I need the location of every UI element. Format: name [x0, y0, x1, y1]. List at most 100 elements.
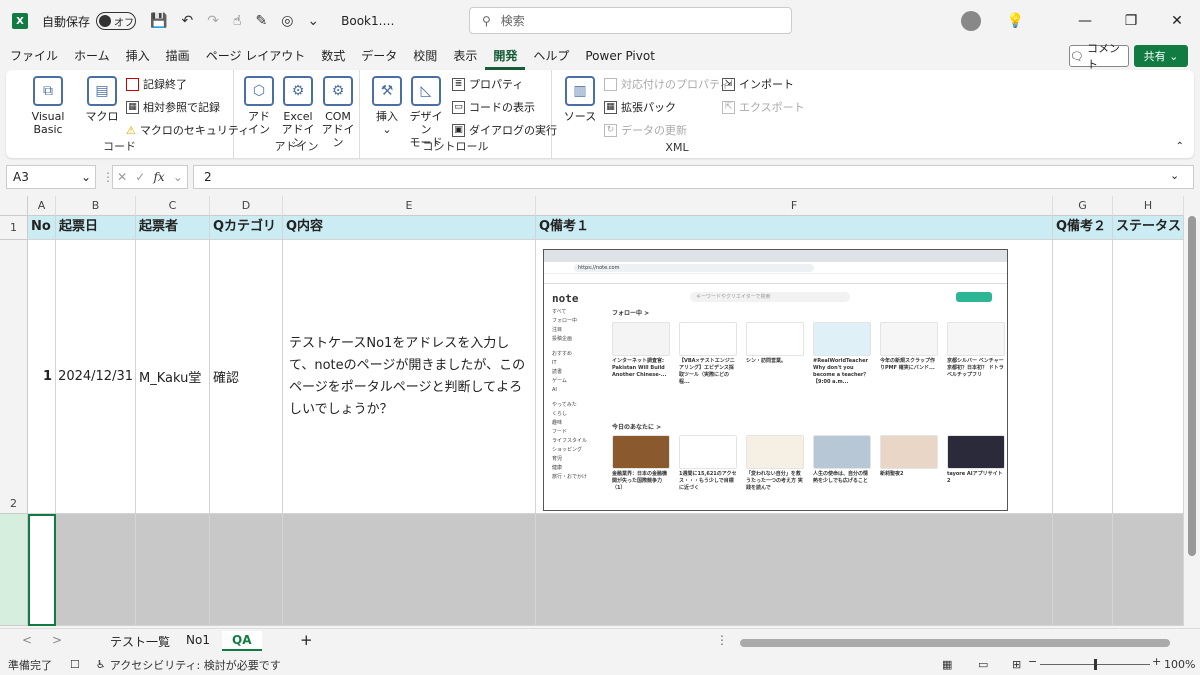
next-sheet-icon[interactable]: > — [52, 633, 62, 647]
select-all-corner[interactable] — [0, 196, 28, 216]
scroll-thumb[interactable] — [1188, 216, 1196, 556]
row-header[interactable] — [0, 514, 28, 626]
data-cell-E3[interactable] — [283, 514, 536, 626]
share-button[interactable]: 共有 ⌄ — [1134, 45, 1188, 67]
relative-reference-button[interactable]: ▦ 相対参照で記録 — [126, 99, 220, 115]
data-cell-D2[interactable]: 確認 — [210, 240, 283, 514]
expand-formula-icon[interactable]: ⌄ — [1170, 169, 1179, 182]
data-cell-B2[interactable]: 2024/12/31 — [56, 240, 136, 514]
macro-record-icon[interactable]: ☐ — [70, 658, 80, 671]
customize-chevron-icon[interactable]: ⌄ — [307, 13, 319, 29]
menu-item-3[interactable]: 描画 — [158, 42, 198, 70]
vertical-scrollbar[interactable] — [1184, 196, 1200, 626]
header-cell-C[interactable]: 起票者 — [136, 216, 210, 240]
embedded-screenshot-image[interactable]: https://note.com note キーワードやクリエイターで検索 すべ… — [543, 249, 1008, 511]
import-button[interactable]: ⇲ インポート — [722, 76, 794, 92]
fx-icon[interactable]: fx — [153, 170, 164, 184]
visual-basic-button[interactable]: ⧉ Visual Basic — [16, 76, 80, 136]
macro-button[interactable]: ▤ マクロ — [84, 76, 120, 123]
normal-view-icon[interactable]: ▦ — [942, 658, 952, 671]
save-icon[interactable]: 💾 — [150, 13, 167, 29]
data-cell-D3[interactable] — [210, 514, 283, 626]
menu-item-11[interactable]: Power Pivot — [577, 42, 663, 70]
column-header-G[interactable]: G — [1053, 196, 1113, 216]
header-cell-A[interactable]: No — [28, 216, 56, 240]
avatar[interactable] — [960, 11, 981, 31]
data-cell-A3[interactable] — [28, 514, 56, 626]
data-cell-H2[interactable] — [1113, 240, 1184, 514]
refresh-data-button[interactable]: ↻ データの更新 — [604, 122, 687, 138]
record-icon[interactable]: ◎ — [281, 13, 293, 29]
properties-button[interactable]: ≣ プロパティ — [452, 76, 523, 92]
chevron-down-icon[interactable]: ⌄ — [81, 170, 91, 184]
lightbulb-icon[interactable]: 💡 — [1007, 13, 1024, 29]
insert-control-button[interactable]: ⚒ 挿入 ⌄ — [372, 76, 402, 136]
touch-mode-icon[interactable]: ☝ — [233, 13, 242, 29]
search-input[interactable]: ⚲ 検索 — [469, 7, 792, 34]
minimize-icon[interactable]: — — [1062, 13, 1108, 29]
header-cell-F[interactable]: Q備考１ — [536, 216, 1053, 240]
menu-item-4[interactable]: ページ レイアウト — [198, 42, 314, 70]
data-cell-B3[interactable] — [56, 514, 136, 626]
header-cell-D[interactable]: Qカテゴリ — [210, 216, 283, 240]
formula-input[interactable]: 2 — [193, 165, 1194, 189]
accessibility-status[interactable]: アクセシビリティ: 検討が必要です — [110, 657, 281, 673]
column-header-F[interactable]: F — [536, 196, 1053, 216]
header-cell-B[interactable]: 起票日 — [56, 216, 136, 240]
clear-format-icon[interactable]: ✎ — [255, 13, 267, 29]
horizontal-scrollbar[interactable] — [740, 639, 1170, 647]
page-layout-icon[interactable]: ▭ — [978, 658, 988, 671]
column-header-E[interactable]: E — [283, 196, 536, 216]
comment-button[interactable]: 🗨 コメント — [1069, 42, 1129, 71]
close-icon[interactable]: ✕ — [1154, 13, 1200, 29]
xml-source-button[interactable]: ▥ ソース — [562, 76, 598, 123]
expansion-pack-button[interactable]: ▦ 拡張パック — [604, 99, 676, 115]
row-header[interactable]: 1 — [0, 216, 28, 240]
page-break-icon[interactable]: ⊞ — [1012, 658, 1021, 671]
zoom-level[interactable]: 100% — [1164, 658, 1195, 671]
addin-button[interactable]: ⬡ アド イン — [244, 76, 274, 136]
file-title[interactable]: Book1.… — [341, 14, 394, 28]
macro-security-button[interactable]: ⚠ マクロのセキュリティ — [126, 122, 249, 138]
data-cell-C2[interactable]: M_Kaku堂 — [136, 240, 210, 514]
column-header-A[interactable]: A — [28, 196, 56, 216]
column-header-B[interactable]: B — [56, 196, 136, 216]
cancel-icon[interactable]: ✕ — [117, 170, 127, 184]
collapse-ribbon-icon[interactable]: ⌃ — [1176, 141, 1184, 152]
sheet-tab-test-list[interactable]: テスト一覧 — [100, 631, 180, 652]
menu-item-7[interactable]: 校閲 — [405, 42, 445, 70]
data-cell-E2[interactable]: テストケースNo1をアドレスを入力して、noteのページが開きましたが、このペー… — [283, 240, 536, 514]
header-cell-E[interactable]: Q内容 — [283, 216, 536, 240]
column-header-C[interactable]: C — [136, 196, 210, 216]
sheet-tab-no1[interactable]: No1 — [176, 631, 220, 649]
redo-icon[interactable]: ↷ — [207, 13, 219, 29]
zoom-slider-handle[interactable] — [1094, 659, 1097, 670]
autosave-toggle[interactable]: オフ — [96, 12, 137, 30]
data-cell-G2[interactable] — [1053, 240, 1113, 514]
run-dialog-button[interactable]: ▣ ダイアログの実行 — [452, 122, 557, 138]
sheet-tab-qa[interactable]: QA — [222, 631, 262, 651]
check-icon[interactable]: ✓ — [135, 170, 145, 184]
column-header-H[interactable]: H — [1113, 196, 1184, 216]
menu-item-2[interactable]: 挿入 — [118, 42, 158, 70]
header-cell-G[interactable]: Q備考２ — [1053, 216, 1113, 240]
name-box[interactable]: A3 ⌄ — [6, 165, 96, 189]
data-cell-A2[interactable]: 1 — [28, 240, 56, 514]
menu-item-5[interactable]: 数式 — [313, 42, 353, 70]
column-header-D[interactable]: D — [210, 196, 283, 216]
map-properties-button[interactable]: 対応付けのプロパティ — [604, 76, 730, 92]
prev-sheet-icon[interactable]: < — [22, 633, 32, 647]
menu-item-6[interactable]: データ — [353, 42, 405, 70]
view-code-button[interactable]: ▭ コードの表示 — [452, 99, 535, 115]
data-cell-G3[interactable] — [1053, 514, 1113, 626]
data-cell-F3[interactable] — [536, 514, 1053, 626]
zoom-out-icon[interactable]: − — [1028, 655, 1037, 668]
menu-item-0[interactable]: ファイル — [2, 42, 66, 70]
add-sheet-button[interactable]: + — [290, 629, 323, 651]
undo-icon[interactable]: ↶ — [181, 13, 193, 29]
options-icon[interactable]: ⋮ — [716, 633, 728, 647]
menu-item-9[interactable]: 開発 — [485, 42, 526, 70]
menu-item-8[interactable]: 表示 — [445, 42, 485, 70]
zoom-in-icon[interactable]: + — [1152, 655, 1161, 668]
export-button[interactable]: ⇱ エクスポート — [722, 99, 805, 115]
